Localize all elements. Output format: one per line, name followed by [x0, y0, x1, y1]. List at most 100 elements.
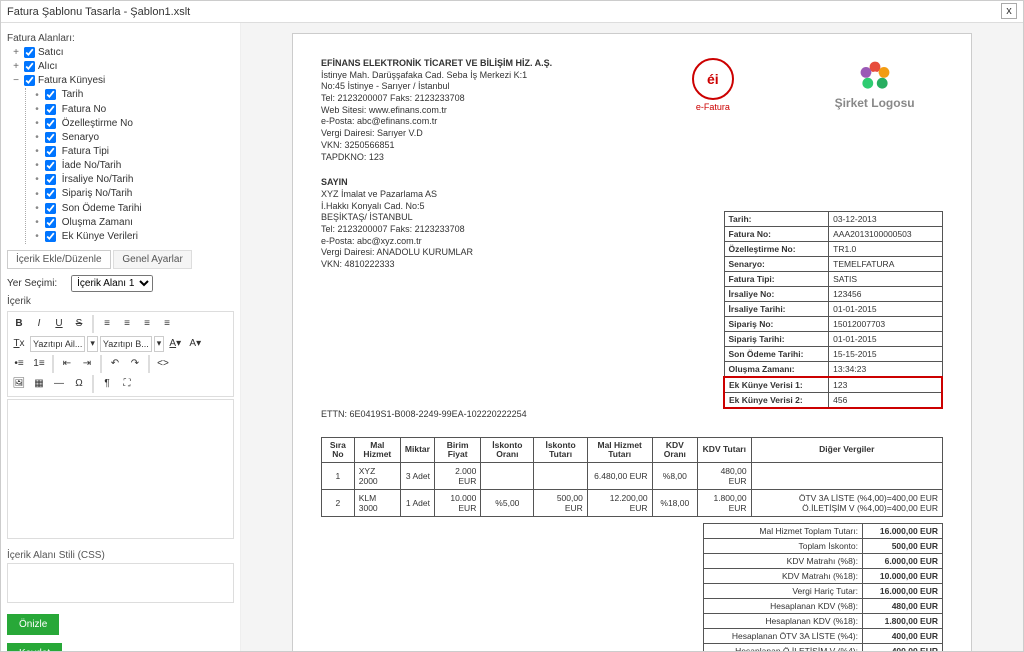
list-number-icon[interactable]: 1≡: [30, 355, 48, 373]
tree-check[interactable]: [45, 160, 56, 171]
ettn: ETTN: 6E0419S1-B008-2249-99EA-1022202222…: [321, 409, 943, 419]
fields-tree[interactable]: +Satıcı +Alıcı −Fatura Künyesi • Tarih• …: [11, 46, 234, 244]
tree-check[interactable]: [45, 188, 56, 199]
window-title: Fatura Şablonu Tasarla - Şablon1.xslt: [7, 1, 190, 22]
fields-label: Fatura Alanları:: [7, 33, 234, 44]
tree-item[interactable]: • Son Ödeme Tarihi: [32, 202, 234, 216]
tree-check[interactable]: [45, 146, 56, 157]
app-window: Fatura Şablonu Tasarla - Şablon1.xslt x …: [0, 0, 1024, 652]
totals-row: Mal Hizmet Toplam Tutarı:16.000,00 EUR: [704, 524, 943, 539]
editor-toolbar: B I U S ≡ ≡ ≡ ≡ Tx Yazıtıpı Ail...▾ Yazı…: [7, 311, 234, 397]
tab-general-settings[interactable]: Genel Ayarlar: [113, 250, 191, 269]
align-center-icon[interactable]: ≡: [118, 315, 136, 333]
bold-icon[interactable]: B: [10, 315, 28, 333]
tab-content-edit[interactable]: İçerik Ekle/Düzenle: [7, 250, 111, 269]
tree-item[interactable]: • Sipariş No/Tarih: [32, 187, 234, 201]
totals-row: Hesaplanan ÖTV 3A LİSTE (%4):400,00 EUR: [704, 629, 943, 644]
efatura-icon: éi: [692, 58, 734, 100]
totals-row: Toplam İskonto:500,00 EUR: [704, 539, 943, 554]
flower-icon: [857, 58, 893, 94]
invoice-info-table: Tarih:03-12-2013Fatura No:AAA20131000005…: [723, 211, 943, 409]
save-button[interactable]: Kaydet: [7, 643, 62, 651]
location-select[interactable]: İçerik Alanı 1: [71, 275, 153, 292]
css-editor[interactable]: [7, 563, 234, 603]
tree-item[interactable]: • Özelleştirme No: [32, 117, 234, 131]
totals-row: Vergi Hariç Tutar:16.000,00 EUR: [704, 584, 943, 599]
text-color-icon[interactable]: A▾: [166, 335, 184, 353]
undo-icon[interactable]: ↶: [106, 355, 124, 373]
tree-item[interactable]: • Senaryo: [32, 131, 234, 145]
bg-color-icon[interactable]: A▾: [186, 335, 204, 353]
tree-check[interactable]: [45, 231, 56, 242]
info-row: Fatura No:AAA2013100000503: [724, 226, 942, 241]
align-justify-icon[interactable]: ≡: [158, 315, 176, 333]
tree-check[interactable]: [45, 132, 56, 143]
items-header-cell: Diğer Vergiler: [751, 437, 942, 463]
table-row: 2KLM 30001 Adet10.000 EUR%5,00500,00 EUR…: [322, 490, 943, 517]
italic-icon[interactable]: I: [30, 315, 48, 333]
tree-check[interactable]: [45, 217, 56, 228]
info-row: Oluşma Zamanı:13:34:23: [724, 361, 942, 377]
underline-icon[interactable]: U: [50, 315, 68, 333]
tree-item[interactable]: • Tarih: [32, 88, 234, 102]
tree-item[interactable]: • Fatura No: [32, 103, 234, 117]
font-size-select[interactable]: Yazıtıpı B...: [100, 336, 152, 352]
table-row: 1XYZ 20003 Adet2.000 EUR6.480,00 EUR%8,0…: [322, 463, 943, 490]
expand-icon[interactable]: +: [11, 60, 21, 74]
tree-check[interactable]: [24, 61, 35, 72]
content-label: İçerik: [7, 296, 234, 307]
content-editor[interactable]: [7, 399, 234, 539]
tree-item[interactable]: • Ek Künye Verileri: [32, 230, 234, 244]
preview-button[interactable]: Önizle: [7, 614, 59, 635]
info-row: İrsaliye Tarihi:01-01-2015: [724, 301, 942, 316]
tree-check[interactable]: [45, 89, 56, 100]
tree-item[interactable]: • Oluşma Zamanı: [32, 216, 234, 230]
table-icon[interactable]: ▦: [30, 375, 48, 393]
info-row: Senaryo:TEMELFATURA: [724, 256, 942, 271]
align-right-icon[interactable]: ≡: [138, 315, 156, 333]
fullscreen-icon[interactable]: ⛶: [118, 375, 136, 393]
tree-item[interactable]: • İrsaliye No/Tarih: [32, 173, 234, 187]
strike-icon[interactable]: S: [70, 315, 88, 333]
tree-check[interactable]: [45, 118, 56, 129]
info-row: İrsaliye No:123456: [724, 286, 942, 301]
align-left-icon[interactable]: ≡: [98, 315, 116, 333]
tree-item[interactable]: • İade No/Tarih: [32, 159, 234, 173]
company-block: EFİNANS ELEKTRONİK TİCARET VE BİLİŞİM Hİ…: [321, 58, 620, 163]
expand-icon[interactable]: −: [11, 74, 21, 88]
left-panel: Fatura Alanları: +Satıcı +Alıcı −Fatura …: [1, 23, 241, 651]
expand-icon[interactable]: +: [11, 46, 21, 60]
items-header-cell: Miktar: [400, 437, 434, 463]
tree-item[interactable]: • Fatura Tipi: [32, 145, 234, 159]
list-bullet-icon[interactable]: •≡: [10, 355, 28, 373]
preview-pane: EFİNANS ELEKTRONİK TİCARET VE BİLİŞİM Hİ…: [241, 23, 1023, 651]
indent-icon[interactable]: ⇥: [78, 355, 96, 373]
paragraph-icon[interactable]: ¶: [98, 375, 116, 393]
tree-check[interactable]: [45, 174, 56, 185]
tree-check[interactable]: [45, 203, 56, 214]
redo-icon[interactable]: ↷: [126, 355, 144, 373]
font-family-select[interactable]: Yazıtıpı Ail...: [30, 336, 85, 352]
tree-check[interactable]: [24, 47, 35, 58]
items-header-cell: Birim Fiyat: [434, 437, 480, 463]
totals-row: KDV Matrahı (%18):10.000,00 EUR: [704, 569, 943, 584]
close-icon[interactable]: x: [1001, 3, 1017, 19]
source-icon[interactable]: <>: [154, 355, 172, 373]
items-table: Sıra NoMal HizmetMiktarBirim Fiyatİskont…: [321, 437, 943, 518]
info-row: Sipariş No:15012007703: [724, 316, 942, 331]
outdent-icon[interactable]: ⇤: [58, 355, 76, 373]
tree-check[interactable]: [24, 75, 35, 86]
totals-row: KDV Matrahı (%8):6.000,00 EUR: [704, 554, 943, 569]
hr-icon[interactable]: —: [50, 375, 68, 393]
clear-format-icon[interactable]: Tx: [10, 335, 28, 353]
tree-check[interactable]: [45, 104, 56, 115]
symbol-icon[interactable]: Ω: [70, 375, 88, 393]
items-header-cell: KDV Tutarı: [698, 437, 751, 463]
info-row: Ek Künye Verisi 1:123: [724, 377, 942, 393]
info-row: Fatura Tipi:SATIS: [724, 271, 942, 286]
titlebar: Fatura Şablonu Tasarla - Şablon1.xslt x: [1, 1, 1023, 23]
info-row: Ek Künye Verisi 2:456: [724, 392, 942, 408]
items-header-cell: Mal Hizmet Tutarı: [587, 437, 652, 463]
info-row: Özelleştirme No:TR1.0: [724, 241, 942, 256]
image-icon[interactable]: 🖼: [10, 375, 28, 393]
